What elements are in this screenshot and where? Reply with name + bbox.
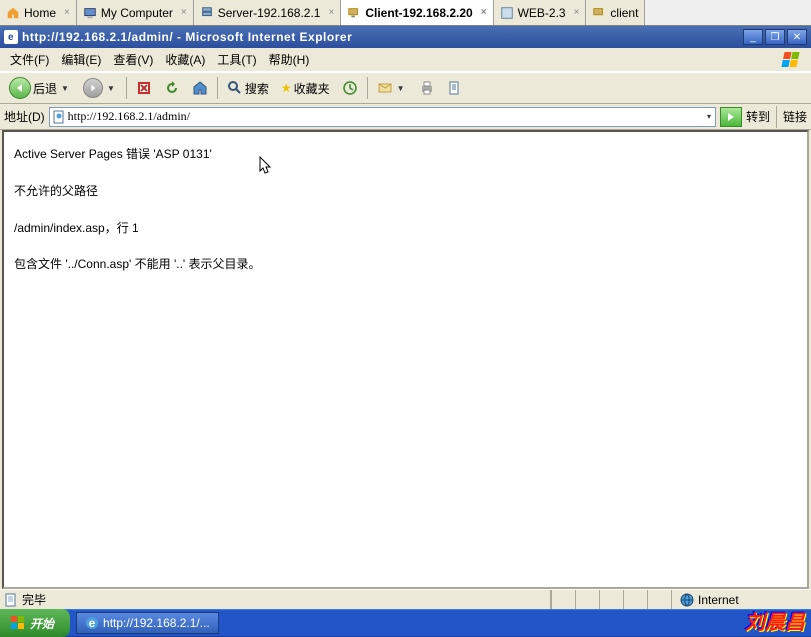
search-button[interactable]: 搜索 <box>222 76 274 100</box>
address-label: 地址(D) <box>4 108 45 125</box>
ws-tab-label: Server-192.168.2.1 <box>218 6 321 20</box>
menu-favorites[interactable]: 收藏(A) <box>159 49 211 70</box>
ws-tab-label: WEB-2.3 <box>518 6 566 20</box>
mail-button[interactable]: ▼ <box>372 76 412 100</box>
history-button[interactable] <box>337 76 363 100</box>
status-cell <box>551 590 575 609</box>
menu-tools[interactable]: 工具(T) <box>211 49 262 70</box>
globe-icon <box>680 593 694 607</box>
separator <box>776 106 777 128</box>
separator <box>126 77 127 99</box>
close-button[interactable]: ✕ <box>787 29 807 45</box>
home-button[interactable] <box>187 76 213 100</box>
menu-edit[interactable]: 编辑(E) <box>55 49 107 70</box>
ws-tab-label: client <box>610 6 638 20</box>
ws-tab-label: Client-192.168.2.20 <box>365 6 472 20</box>
status-cell <box>599 590 623 609</box>
server-icon <box>200 6 214 20</box>
stop-button[interactable] <box>131 76 157 100</box>
go-label: 转到 <box>746 108 770 125</box>
error-desc: 不允许的父路径 <box>14 183 797 200</box>
minimize-button[interactable]: _ <box>743 29 763 45</box>
error-location: /admin/index.asp，行 1 <box>14 220 797 237</box>
windows-logo-icon <box>777 48 809 72</box>
ie-icon: e <box>85 616 99 630</box>
ws-tab-label: Home <box>24 6 56 20</box>
taskbar-item[interactable]: e http://192.168.2.1/... <box>76 612 219 634</box>
menubar: 文件(F) 编辑(E) 查看(V) 收藏(A) 工具(T) 帮助(H) <box>0 48 811 72</box>
chevron-down-icon[interactable]: ▼ <box>395 84 407 93</box>
window-title: http://192.168.2.1/admin/ - Microsoft In… <box>22 30 352 44</box>
error-detail: 包含文件 '../Conn.asp' 不能用 '..' 表示父目录。 <box>14 256 797 273</box>
client-icon <box>592 6 606 20</box>
close-icon[interactable]: × <box>328 7 334 18</box>
links-label[interactable]: 链接 <box>783 108 807 125</box>
window-titlebar: e http://192.168.2.1/admin/ - Microsoft … <box>0 26 811 48</box>
search-icon <box>227 80 243 96</box>
page-icon <box>52 110 66 124</box>
svg-text:e: e <box>89 616 96 630</box>
ie-icon: e <box>4 30 18 44</box>
status-cell <box>575 590 599 609</box>
computer-icon <box>83 6 97 20</box>
address-input[interactable] <box>68 109 705 125</box>
home-icon <box>6 6 20 20</box>
back-button[interactable]: 后退 ▼ <box>4 76 76 100</box>
close-icon[interactable]: × <box>574 7 580 18</box>
close-icon[interactable]: × <box>64 7 70 18</box>
menu-view[interactable]: 查看(V) <box>107 49 159 70</box>
favorites-button[interactable]: ★ 收藏夹 <box>276 76 335 100</box>
workspace-tabs: Home × My Computer × Server-192.168.2.1 … <box>0 0 811 26</box>
forward-icon <box>83 78 103 98</box>
ws-tab-server[interactable]: Server-192.168.2.1 × <box>194 0 342 25</box>
ws-tab-label: My Computer <box>101 6 173 20</box>
status-cell <box>647 590 671 609</box>
forward-button[interactable]: ▼ <box>78 76 122 100</box>
menu-file[interactable]: 文件(F) <box>4 49 55 70</box>
error-title: Active Server Pages 错误 'ASP 0131' <box>14 146 797 163</box>
ws-tab-mycomputer[interactable]: My Computer × <box>77 0 194 25</box>
back-icon <box>9 77 31 99</box>
ws-tab-home[interactable]: Home × <box>0 0 77 25</box>
star-icon: ★ <box>281 81 292 95</box>
go-button[interactable] <box>720 107 742 127</box>
menu-help[interactable]: 帮助(H) <box>263 49 316 70</box>
maximize-button[interactable]: ❐ <box>765 29 785 45</box>
page-content: Active Server Pages 错误 'ASP 0131' 不允许的父路… <box>2 130 809 589</box>
web-icon <box>500 6 514 20</box>
windows-logo-icon <box>10 615 26 631</box>
close-icon[interactable]: × <box>481 7 487 18</box>
watermark: 刘晨昌 <box>745 606 805 635</box>
start-button[interactable]: 开始 <box>0 609 70 637</box>
edit-button[interactable] <box>442 76 468 100</box>
status-cell <box>623 590 647 609</box>
chevron-down-icon[interactable]: ▼ <box>59 84 71 93</box>
taskbar: 开始 e http://192.168.2.1/... 刘晨昌 <box>0 609 811 637</box>
chevron-down-icon[interactable]: ▼ <box>105 84 117 93</box>
close-icon[interactable]: × <box>181 7 187 18</box>
page-icon <box>4 593 18 607</box>
statusbar: 完毕 Internet <box>0 589 811 609</box>
status-text: 完毕 <box>22 591 46 608</box>
toolbar: 后退 ▼ ▼ 搜索 ★ 收藏夹 ▼ <box>0 72 811 104</box>
client-icon <box>347 6 361 20</box>
ws-tab-client2[interactable]: client <box>586 0 645 25</box>
zone-label: Internet <box>698 593 739 607</box>
separator <box>367 77 368 99</box>
chevron-down-icon[interactable]: ▾ <box>705 112 713 121</box>
address-bar: 地址(D) ▾ 转到 链接 <box>0 104 811 130</box>
ws-tab-client[interactable]: Client-192.168.2.20 × <box>341 0 493 25</box>
refresh-button[interactable] <box>159 76 185 100</box>
address-input-wrap[interactable]: ▾ <box>49 107 716 127</box>
separator <box>217 77 218 99</box>
print-button[interactable] <box>414 76 440 100</box>
ws-tab-web[interactable]: WEB-2.3 × <box>494 0 587 25</box>
